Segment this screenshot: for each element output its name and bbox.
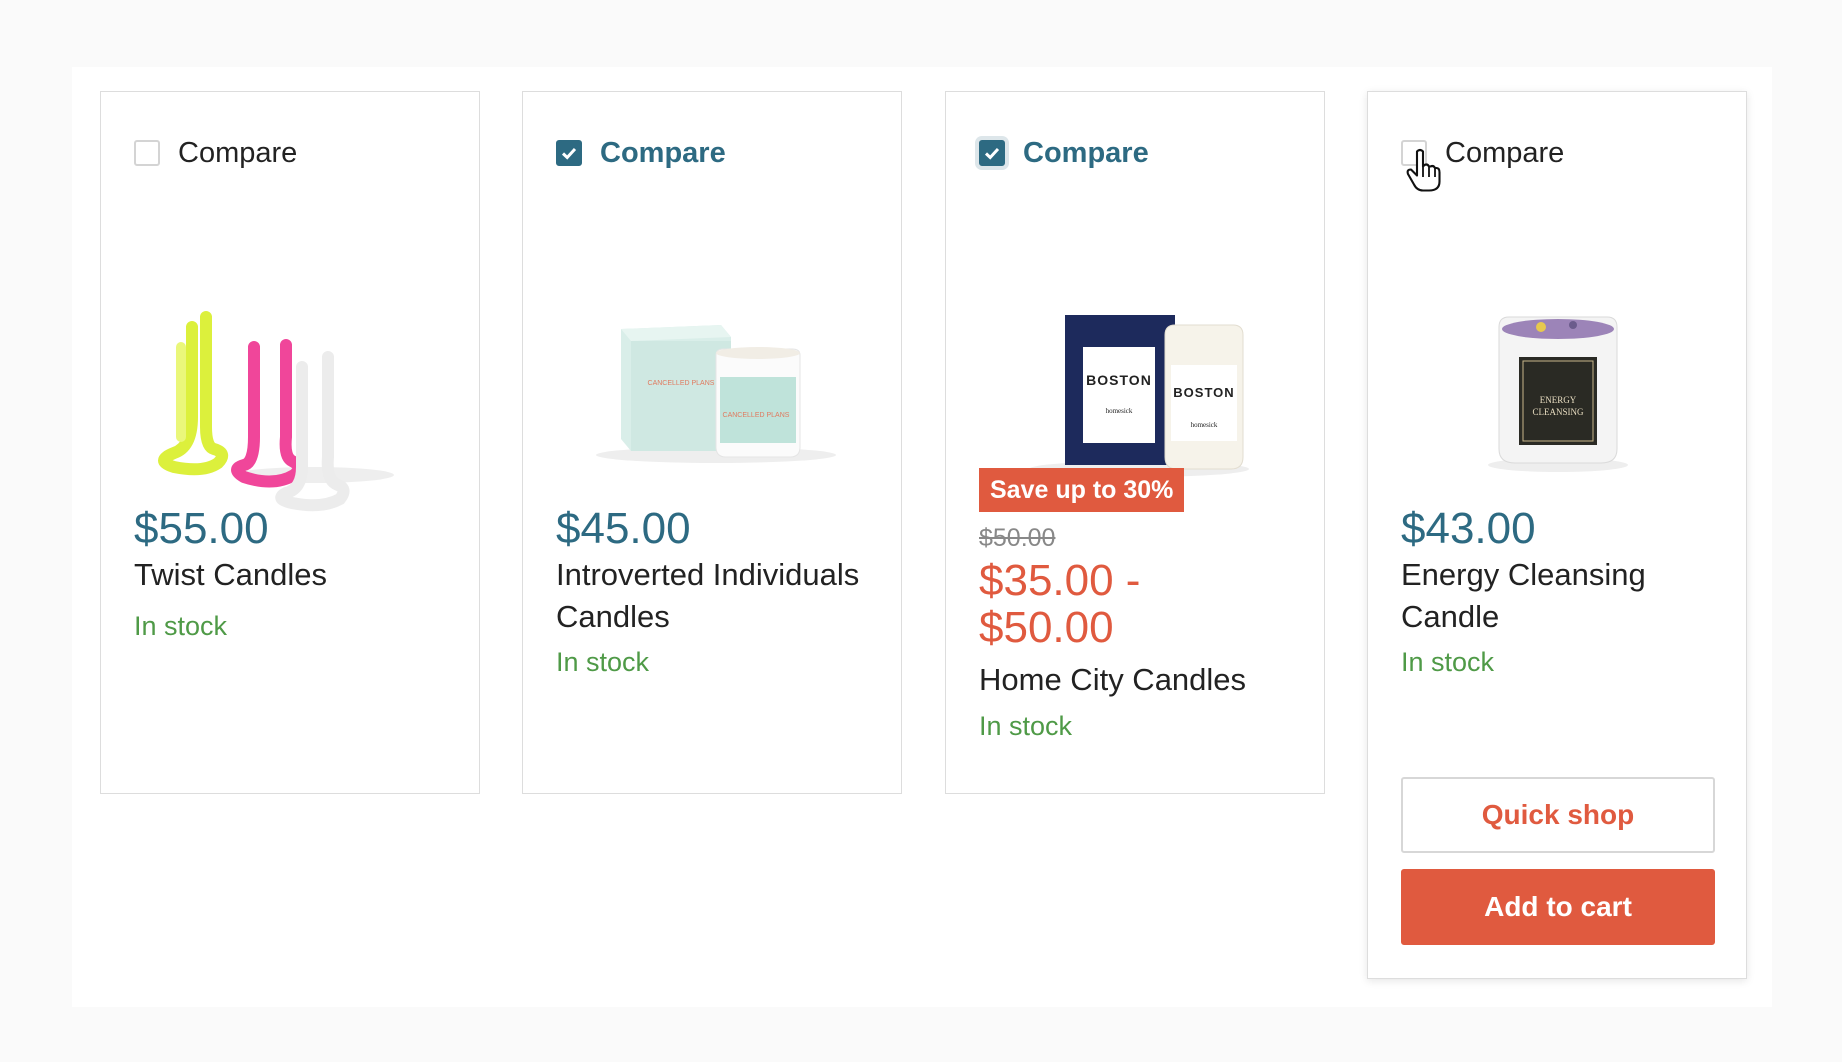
quick-shop-button[interactable]: Quick shop: [1401, 777, 1715, 853]
stock-status: In stock: [134, 611, 228, 641]
product-grid-page: Compare $55.00 Twist Candles In stock Co…: [0, 0, 1842, 1062]
box-label-text: CANCELLED PLANS: [648, 380, 715, 387]
introverted-candle-image[interactable]: CANCELLED PLANS CANCELLED PLANS: [556, 217, 870, 527]
product-price: $55.00: [134, 504, 269, 553]
jar-boston-text: BOSTON: [1173, 385, 1234, 400]
compare-label: Compare: [600, 136, 726, 169]
checkmark-icon: [561, 147, 577, 160]
twist-candles-image[interactable]: [134, 217, 448, 527]
energy-cleansing-candle-image[interactable]: ENERGY CLEANSING: [1401, 217, 1715, 527]
jar-cleansing-text: CLEANSING: [1533, 407, 1584, 417]
product-card-introverted-candles[interactable]: Compare CANCELLED PLANS CANCELLED PLANS …: [522, 91, 902, 794]
product-title[interactable]: Twist Candles: [134, 554, 454, 596]
stock-status: In stock: [556, 647, 650, 677]
box-homesick-text: homesick: [1106, 407, 1133, 415]
stock-status: In stock: [979, 711, 1073, 741]
sale-badge: Save up to 30%: [979, 468, 1185, 512]
compare-toggle[interactable]: Compare: [134, 136, 298, 169]
product-title[interactable]: Energy Cleansing Candle: [1401, 554, 1721, 638]
compare-label: Compare: [178, 136, 298, 169]
compare-label: Compare: [1445, 136, 1565, 169]
product-card-energy-cleansing-candle[interactable]: Compare ENERGY CLEANSING $43.00 Energy C…: [1367, 91, 1747, 979]
hand-pointer-cursor-icon: [1406, 148, 1441, 192]
compare-at-price: $50.00: [979, 524, 1056, 552]
compare-label: Compare: [1023, 136, 1149, 169]
compare-toggle[interactable]: Compare: [979, 136, 1149, 169]
product-card-home-city-candles[interactable]: Compare BOSTON homesick BOSTON homesick …: [945, 91, 1325, 794]
product-title[interactable]: Introverted Individuals Candles: [556, 554, 876, 638]
product-price: $45.00: [556, 504, 691, 553]
product-price: $35.00 - $50.00: [979, 556, 1141, 652]
compare-checkbox[interactable]: [556, 140, 582, 166]
product-price: $43.00: [1401, 504, 1536, 553]
stock-status: In stock: [1401, 647, 1495, 677]
checkmark-icon: [984, 147, 1000, 160]
compare-checkbox[interactable]: [134, 140, 160, 166]
add-to-cart-button[interactable]: Add to cart: [1401, 869, 1715, 945]
jar-label-text: CANCELLED PLANS: [723, 412, 790, 419]
compare-toggle[interactable]: Compare: [556, 136, 726, 169]
compare-checkbox[interactable]: [979, 140, 1005, 166]
jar-homesick-text: homesick: [1191, 421, 1218, 429]
box-boston-text: BOSTON: [1086, 372, 1152, 388]
product-card-twist-candles[interactable]: Compare $55.00 Twist Candles In stock: [100, 91, 480, 794]
product-title[interactable]: Home City Candles: [979, 659, 1299, 701]
jar-energy-text: ENERGY: [1540, 395, 1577, 405]
